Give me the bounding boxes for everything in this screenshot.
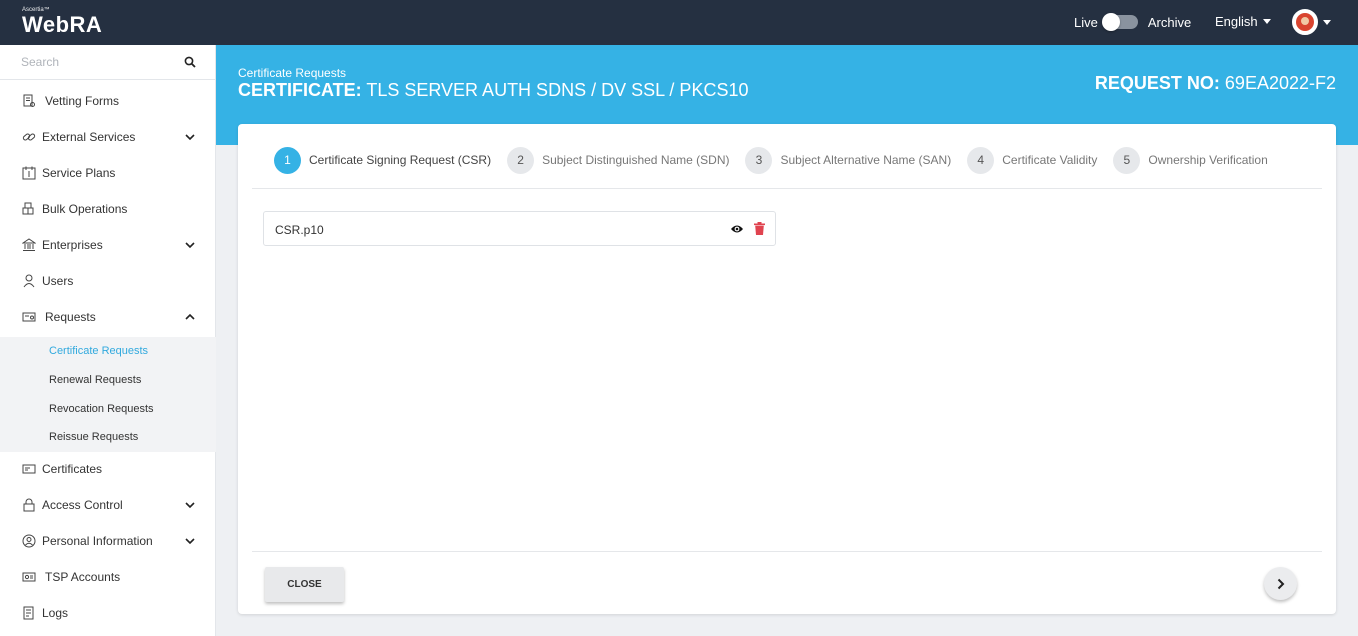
chevron-down-icon[interactable] xyxy=(185,132,195,142)
caret-down-icon xyxy=(1323,19,1331,25)
step-number: 3 xyxy=(745,146,773,174)
chevron-down-icon[interactable] xyxy=(185,240,195,250)
close-button[interactable]: CLOSE xyxy=(265,567,344,602)
chevron-down-icon[interactable] xyxy=(185,536,195,546)
chevron-right-icon xyxy=(1277,578,1284,589)
certificate-name: TLS SERVER AUTH SDNS / DV SSL / PKCS10 xyxy=(366,80,749,100)
certificate-icon xyxy=(22,464,36,474)
wizard-stepper: 1 Certificate Signing Request (CSR) 2 Su… xyxy=(274,146,1268,174)
sidebar-item-requests[interactable]: Requests xyxy=(0,299,216,335)
step-san[interactable]: 3 Subject Alternative Name (SAN) xyxy=(745,146,952,174)
sidebar-item-bulk-operations[interactable]: Bulk Operations xyxy=(0,191,216,227)
request-number: REQUEST NO: 69EA2022-F2 xyxy=(1095,73,1336,94)
step-number: 4 xyxy=(967,146,995,174)
request-number-prefix: REQUEST NO: xyxy=(1094,73,1220,93)
live-archive-toggle-group: Live Archive xyxy=(1074,13,1191,31)
sidebar: Vetting Forms External Services Service … xyxy=(0,45,216,636)
step-sdn[interactable]: 2 Subject Distinguished Name (SDN) xyxy=(507,146,730,174)
requests-icon xyxy=(22,312,36,322)
live-label: Live xyxy=(1074,14,1098,30)
step-csr[interactable]: 1 Certificate Signing Request (CSR) xyxy=(274,146,492,174)
step-certificate-validity[interactable]: 4 Certificate Validity xyxy=(967,146,1098,174)
logo[interactable]: Ascertia™ WebRA xyxy=(22,7,102,37)
sidebar-item-tsp-accounts[interactable]: TSP Accounts xyxy=(0,559,216,595)
switch-knob xyxy=(1101,13,1120,31)
requests-submenu: Certificate Requests Renewal Requests Re… xyxy=(0,337,216,452)
live-archive-switch[interactable] xyxy=(1101,13,1138,31)
brand-tagline: Ascertia™ xyxy=(22,7,50,13)
step-label: Certificate Validity xyxy=(1002,153,1098,167)
sidebar-item-label: Personal Information xyxy=(42,534,153,548)
sidebar-item-access-control[interactable]: Access Control xyxy=(0,487,216,523)
sidebar-item-label: External Services xyxy=(42,130,136,144)
csr-file-name: CSR.p10 xyxy=(275,223,324,237)
users-icon xyxy=(23,274,35,288)
sidebar-item-label: Access Control xyxy=(42,498,123,512)
lock-icon xyxy=(23,498,35,512)
next-button[interactable] xyxy=(1264,567,1297,600)
sidebar-item-label: Bulk Operations xyxy=(42,202,128,216)
person-icon xyxy=(22,534,36,548)
breadcrumb[interactable]: Certificate Requests xyxy=(238,66,346,80)
sidebar-item-vetting-forms[interactable]: Vetting Forms xyxy=(0,83,216,119)
service-plans-icon xyxy=(22,166,36,180)
sidebar-item-label: Logs xyxy=(42,606,69,620)
submenu-certificate-requests[interactable]: Certificate Requests xyxy=(49,345,148,357)
search-icon[interactable] xyxy=(184,56,196,68)
user-menu[interactable] xyxy=(1292,9,1331,35)
chevron-down-icon[interactable] xyxy=(185,500,195,510)
caret-down-icon xyxy=(1262,19,1271,24)
sidebar-item-label: Users xyxy=(42,274,74,288)
page-title: CERTIFICATE: TLS SERVER AUTH SDNS / DV S… xyxy=(238,80,748,101)
sidebar-item-external-services[interactable]: External Services xyxy=(0,119,216,155)
sidebar-item-users[interactable]: Users xyxy=(0,263,216,299)
bulk-operations-icon xyxy=(22,202,34,215)
sidebar-item-certificates[interactable]: Certificates xyxy=(0,451,216,487)
language-selector[interactable]: English xyxy=(1215,14,1271,29)
archive-label: Archive xyxy=(1147,14,1192,30)
certificate-prefix: CERTIFICATE: xyxy=(238,80,362,100)
brand-name: WebRA xyxy=(22,12,103,37)
submenu-renewal-requests[interactable]: Renewal Requests xyxy=(49,374,141,386)
sidebar-item-label: Certificates xyxy=(42,462,103,476)
logs-icon xyxy=(23,606,34,620)
language-label: English xyxy=(1215,14,1258,29)
link-icon xyxy=(22,133,36,141)
trash-icon[interactable] xyxy=(754,222,765,235)
sidebar-item-logs[interactable]: Logs xyxy=(0,595,216,631)
step-ownership-verification[interactable]: 5 Ownership Verification xyxy=(1113,146,1268,174)
step-label: Ownership Verification xyxy=(1148,153,1268,167)
avatar xyxy=(1292,9,1318,35)
step-number: 1 xyxy=(274,146,301,174)
vetting-forms-icon xyxy=(23,94,35,107)
eye-icon[interactable] xyxy=(730,223,744,235)
step-number: 2 xyxy=(507,146,535,174)
search-input[interactable] xyxy=(0,45,170,78)
submenu-reissue-requests[interactable]: Reissue Requests xyxy=(49,431,138,443)
sidebar-item-enterprises[interactable]: Enterprises xyxy=(0,227,216,263)
step-number: 5 xyxy=(1113,146,1141,174)
sidebar-item-label: Service Plans xyxy=(42,166,116,180)
sidebar-item-service-plans[interactable]: Service Plans xyxy=(0,155,216,191)
step-label: Subject Alternative Name (SAN) xyxy=(780,153,952,167)
sidebar-item-label: Requests xyxy=(45,310,96,324)
enterprise-icon xyxy=(22,238,36,251)
submenu-revocation-requests[interactable]: Revocation Requests xyxy=(49,403,154,415)
request-number-value: 69EA2022-F2 xyxy=(1224,73,1336,93)
sidebar-item-label: Vetting Forms xyxy=(45,94,120,108)
sidebar-item-label: TSP Accounts xyxy=(45,570,121,584)
csr-file-row: CSR.p10 xyxy=(263,211,776,246)
divider xyxy=(252,188,1322,189)
tsp-accounts-icon xyxy=(22,572,36,582)
chevron-up-icon[interactable] xyxy=(185,312,195,322)
sidebar-item-label: Enterprises xyxy=(42,238,103,252)
sidebar-item-personal-information[interactable]: Personal Information xyxy=(0,523,216,559)
wizard-card: 1 Certificate Signing Request (CSR) 2 Su… xyxy=(238,124,1336,614)
sidebar-search xyxy=(0,45,215,80)
top-bar: Ascertia™ WebRA Live Archive English xyxy=(0,0,1358,45)
step-label: Certificate Signing Request (CSR) xyxy=(309,153,492,167)
divider xyxy=(252,551,1322,552)
step-label: Subject Distinguished Name (SDN) xyxy=(542,153,730,167)
